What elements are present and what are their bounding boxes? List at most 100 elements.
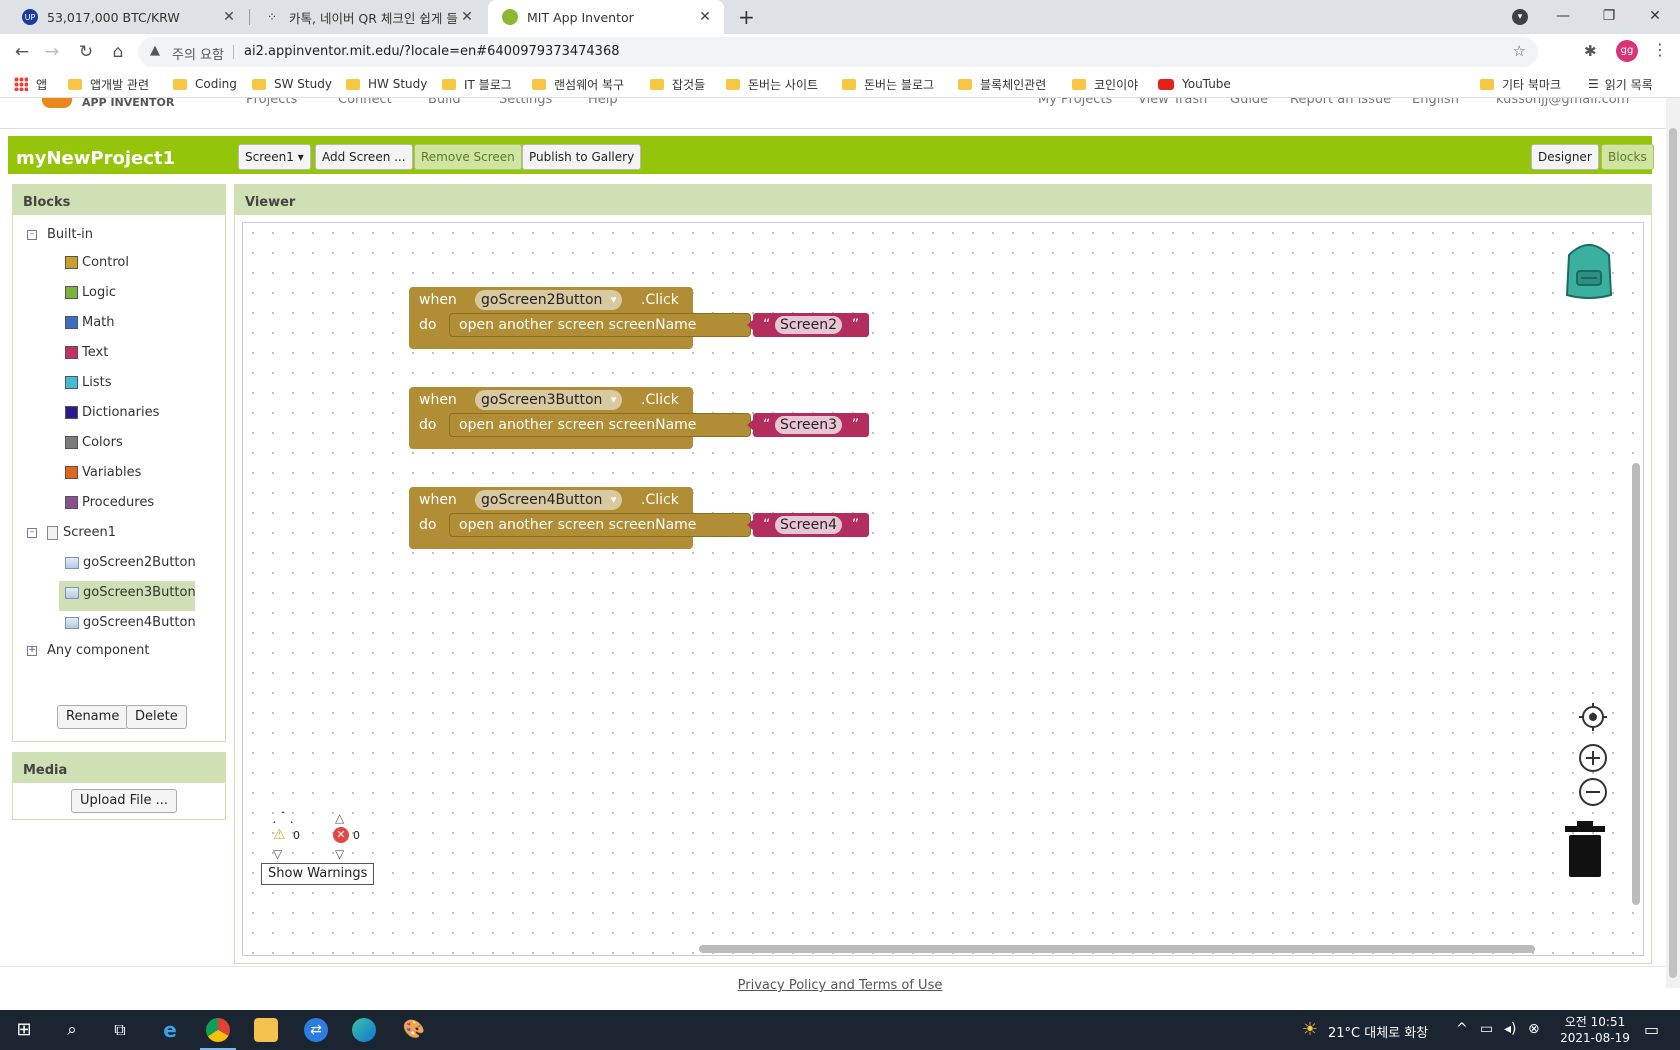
clock-time[interactable]: 오전 10:51: [1560, 1013, 1630, 1030]
component-goscreen4button[interactable]: goScreen4Button: [65, 615, 196, 630]
teamviewer-icon[interactable]: ⇄: [304, 1018, 328, 1042]
menu-report-issue[interactable]: Report an Issue: [1290, 98, 1391, 107]
trash-icon[interactable]: [1563, 821, 1607, 879]
home-icon[interactable]: ⌂: [104, 38, 132, 66]
category-procedures[interactable]: Procedures: [65, 495, 154, 510]
page-scrollbar[interactable]: [1666, 98, 1680, 988]
menu-connect[interactable]: Connect: [338, 98, 392, 107]
show-warnings-button[interactable]: Show Warnings: [261, 863, 375, 885]
text-block[interactable]: “ Screen2 ”: [753, 313, 869, 337]
windows-start-icon[interactable]: ⊞: [12, 1018, 36, 1042]
upload-file-button[interactable]: Upload File ...: [71, 789, 177, 813]
delete-button[interactable]: Delete: [126, 705, 187, 729]
text-value[interactable]: Screen3: [775, 416, 843, 434]
category-variables[interactable]: Variables: [65, 465, 141, 480]
open-another-screen-block[interactable]: open another screen screenName: [449, 313, 751, 337]
menu-projects[interactable]: Projects: [246, 98, 297, 107]
network-icon[interactable]: ▭: [1480, 1021, 1493, 1037]
text-block[interactable]: “ Screen4 ”: [753, 513, 869, 537]
designer-button[interactable]: Designer: [1531, 144, 1599, 170]
notification-badge-icon[interactable]: ⊗: [1528, 1021, 1540, 1037]
remove-screen-button[interactable]: Remove Screen: [414, 144, 522, 170]
expand-icon[interactable]: +: [27, 645, 37, 656]
bookmark-folder[interactable]: IT 블로그: [442, 75, 512, 93]
url-text[interactable]: ai2.appinventor.mit.edu/?locale=en#64009…: [244, 44, 620, 59]
minimize-button[interactable]: —: [1540, 0, 1586, 32]
bookmark-other[interactable]: 기타 북마크: [1480, 75, 1561, 93]
menu-view-trash[interactable]: View Trash: [1138, 98, 1207, 107]
scroll-thumb[interactable]: [1669, 128, 1677, 978]
extensions-icon[interactable]: ✱: [1584, 42, 1597, 60]
open-another-screen-block[interactable]: open another screen screenName: [449, 513, 751, 537]
component-goscreen2button[interactable]: goScreen2Button: [65, 555, 196, 570]
chrome-icon[interactable]: [206, 1018, 230, 1042]
component-goscreen3button[interactable]: goScreen3Button: [65, 585, 196, 600]
rename-button[interactable]: Rename: [57, 705, 129, 729]
text-value[interactable]: Screen4: [775, 516, 843, 534]
recenter-icon[interactable]: [1579, 703, 1607, 731]
maximize-button[interactable]: ❐: [1586, 0, 1632, 32]
category-lists[interactable]: Lists: [65, 375, 112, 390]
menu-settings[interactable]: Settings: [499, 98, 552, 107]
reload-icon[interactable]: ↻: [72, 38, 100, 66]
edge-icon[interactable]: [352, 1018, 376, 1042]
bookmark-folder[interactable]: SW Study: [252, 75, 332, 93]
bookmark-folder[interactable]: 블록체인관련: [958, 75, 1046, 93]
bookmark-apps[interactable]: 앱: [14, 75, 47, 93]
component-dropdown[interactable]: goScreen3Button: [475, 390, 623, 410]
browser-tab-kakao[interactable]: ⁘ 카톡, 네이버 QR 체크인 쉽게 들 ✕: [250, 0, 486, 34]
prev-warning-arrow-icon[interactable]: [273, 811, 293, 823]
reading-list[interactable]: ☰ 읽기 목록: [1588, 75, 1653, 93]
text-value[interactable]: Screen2: [775, 316, 843, 334]
zoom-out-icon[interactable]: [1578, 777, 1608, 807]
menu-my-projects[interactable]: My Projects: [1038, 98, 1112, 107]
browser-tab-appinventor[interactable]: MIT App Inventor ✕: [488, 0, 724, 34]
collapse-icon[interactable]: –: [27, 229, 37, 240]
workspace-vertical-scrollbar[interactable]: [1632, 463, 1640, 905]
menu-account[interactable]: kussonjj@gmail.com: [1496, 98, 1629, 107]
clock-date[interactable]: 2021-08-19: [1552, 1031, 1638, 1045]
component-dropdown[interactable]: goScreen4Button: [475, 490, 623, 510]
volume-icon[interactable]: ◂): [1504, 1021, 1517, 1037]
search-icon[interactable]: ⌕: [60, 1018, 84, 1042]
workspace-horizontal-scrollbar[interactable]: [699, 945, 1535, 953]
tree-builtin[interactable]: – Built-in: [27, 227, 93, 242]
category-dictionaries[interactable]: Dictionaries: [65, 405, 159, 420]
category-math[interactable]: Math: [65, 315, 115, 330]
menu-build[interactable]: Build: [428, 98, 461, 107]
tray-chevron-icon[interactable]: ^: [1456, 1021, 1468, 1037]
event-block-goscreen4[interactable]: when goScreen4Button .Click do open anot…: [409, 487, 869, 549]
bookmark-folder[interactable]: 잡것들: [650, 75, 705, 93]
event-block-goscreen3[interactable]: when goScreen3Button .Click do open anot…: [409, 387, 869, 449]
bookmark-folder[interactable]: 돈버는 블로그: [842, 75, 934, 93]
bookmark-folder[interactable]: HW Study: [346, 75, 427, 93]
screen-select-button[interactable]: Screen1 ▾: [238, 144, 311, 170]
menu-help[interactable]: Help: [588, 98, 618, 107]
action-center-icon[interactable]: ▭: [1644, 1020, 1659, 1039]
collapse-icon[interactable]: –: [27, 527, 37, 538]
tree-any-component[interactable]: + Any component: [27, 643, 150, 658]
bookmark-folder[interactable]: 앱개발 관련: [68, 75, 149, 93]
bookmark-youtube[interactable]: YouTube: [1158, 75, 1231, 93]
back-icon[interactable]: ←: [8, 38, 36, 66]
blocks-workspace[interactable]: when goScreen2Button .Click do open anot…: [242, 222, 1644, 956]
zoom-in-icon[interactable]: [1578, 743, 1608, 773]
task-view-icon[interactable]: ⧉: [108, 1018, 132, 1042]
bookmark-folder[interactable]: 돈버는 사이트: [726, 75, 818, 93]
blocks-button[interactable]: Blocks: [1601, 144, 1654, 170]
bookmark-folder[interactable]: Coding: [173, 75, 237, 93]
event-block-goscreen2[interactable]: when goScreen2Button .Click do open anot…: [409, 287, 869, 349]
category-text[interactable]: Text: [65, 345, 108, 360]
file-explorer-icon[interactable]: [254, 1018, 278, 1042]
add-screen-button[interactable]: Add Screen ...: [315, 144, 413, 170]
menu-language[interactable]: English: [1412, 98, 1459, 107]
publish-gallery-button[interactable]: Publish to Gallery: [522, 144, 642, 170]
bookmark-star-icon[interactable]: ☆: [1513, 42, 1526, 60]
window-close-button[interactable]: ✕: [1632, 0, 1678, 32]
weather-text[interactable]: 21°C 대체로 화창: [1328, 1022, 1428, 1041]
next-error-arrow-icon[interactable]: ▽: [335, 847, 344, 861]
forward-icon[interactable]: →: [38, 38, 66, 66]
category-colors[interactable]: Colors: [65, 435, 123, 450]
internet-explorer-icon[interactable]: e: [158, 1018, 182, 1042]
tab-search-icon[interactable]: ▾: [1512, 9, 1528, 25]
